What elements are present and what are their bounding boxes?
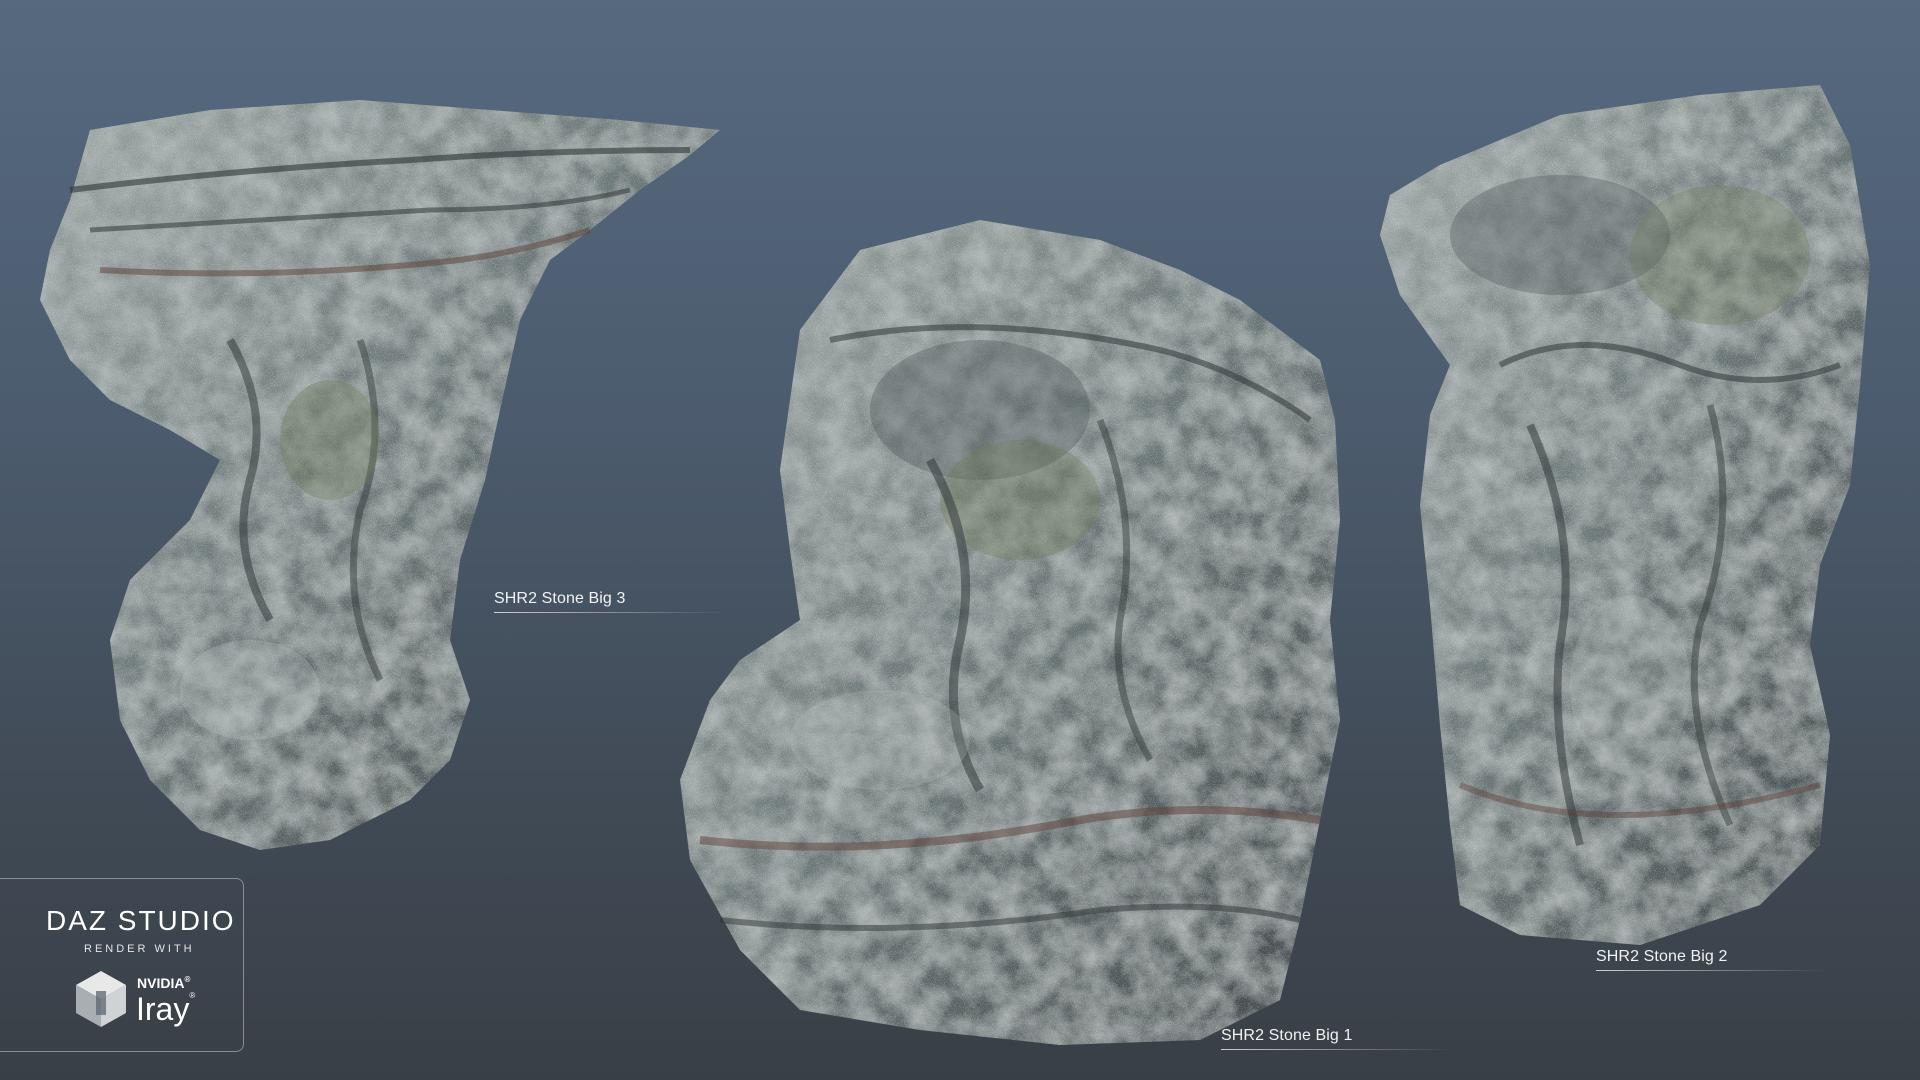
nvidia-text: NVIDIA®	[137, 975, 191, 991]
render-badge: DAZ STUDIO RENDER WITH NVIDIA® Iray®	[0, 878, 244, 1052]
render-with-text: RENDER WITH	[84, 943, 195, 955]
label-underline	[1596, 970, 1826, 971]
iray-text: Iray®	[136, 991, 196, 1027]
label-text: SHR2 Stone Big 2	[1596, 948, 1728, 965]
rock-image-stone-big-3	[30, 80, 720, 870]
label-text: SHR2 Stone Big 3	[494, 590, 626, 607]
label-stone-big-2: SHR2 Stone Big 2	[1596, 948, 1826, 971]
rock-image-stone-big-1	[680, 220, 1340, 1050]
label-stone-big-3: SHR2 Stone Big 3	[494, 590, 724, 613]
iray-cube-icon	[74, 969, 128, 1034]
rock-image-stone-big-2	[1380, 85, 1870, 945]
label-stone-big-1: SHR2 Stone Big 1	[1221, 1027, 1451, 1050]
label-underline	[1221, 1049, 1451, 1050]
daz-studio-logo: DAZ STUDIO	[46, 905, 236, 936]
label-text: SHR2 Stone Big 1	[1221, 1027, 1353, 1044]
label-underline	[494, 612, 724, 613]
